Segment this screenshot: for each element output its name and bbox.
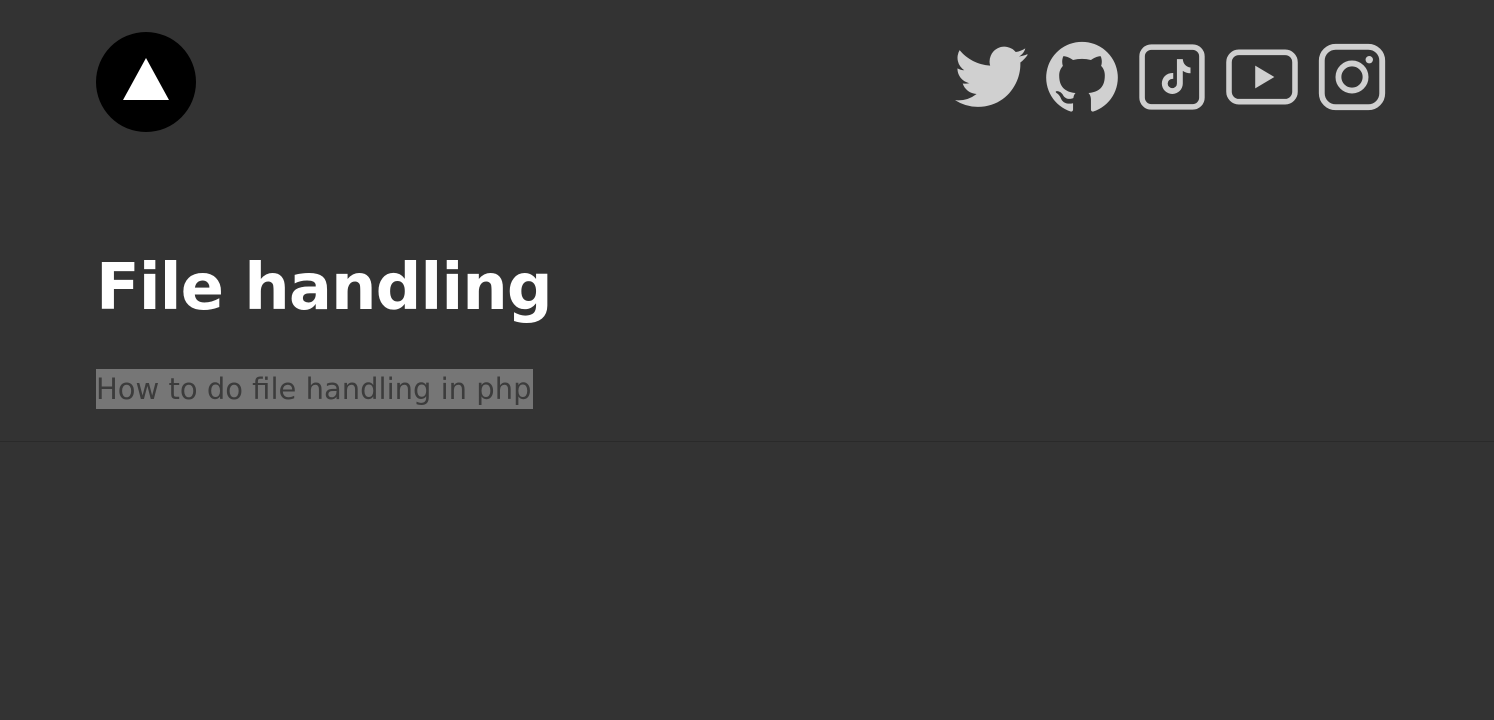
page-title: File handling [96, 251, 553, 325]
github-icon [1046, 41, 1118, 112]
instagram-link[interactable] [1314, 40, 1390, 114]
youtube-icon [1226, 49, 1298, 105]
tiktok-link[interactable] [1134, 40, 1210, 114]
section-divider [0, 441, 1494, 442]
tiktok-icon [1139, 44, 1205, 110]
twitter-link[interactable] [954, 40, 1030, 114]
page-subtitle: How to do file handling in php [96, 369, 534, 409]
hero-section: File handling [96, 248, 553, 328]
instagram-icon [1318, 43, 1386, 111]
home-logo-link[interactable] [96, 32, 196, 132]
triangle-logo-icon [123, 58, 169, 100]
page: File handling How to do file handling in… [0, 0, 1494, 720]
twitter-icon [955, 46, 1028, 107]
site-header [0, 0, 1494, 160]
social-links [954, 40, 1390, 114]
github-link[interactable] [1044, 40, 1120, 114]
youtube-link[interactable] [1224, 40, 1300, 114]
